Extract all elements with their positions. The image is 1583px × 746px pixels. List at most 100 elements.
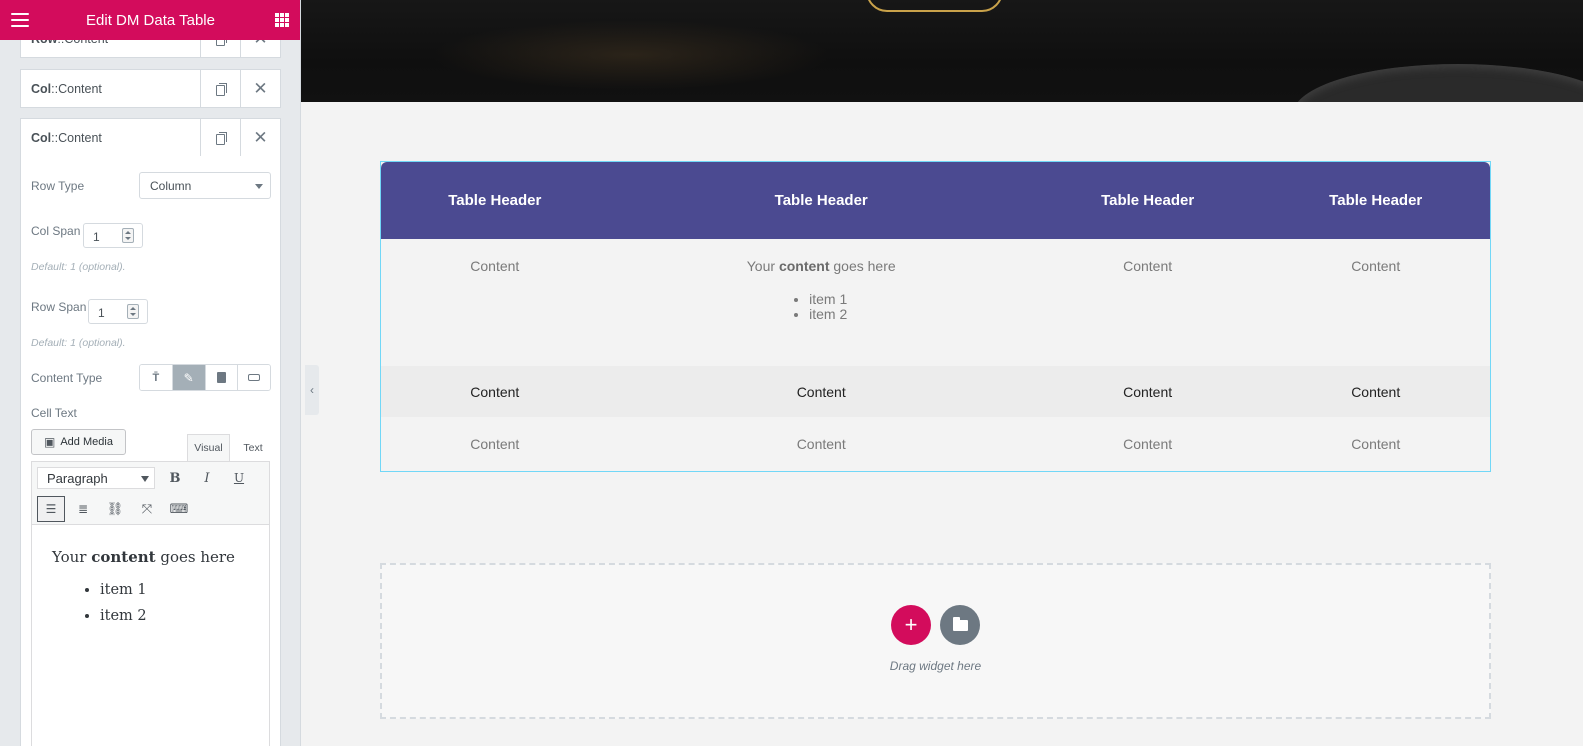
col-span-value: 1 [93,230,100,244]
duplicate-button[interactable] [200,119,240,156]
col-span-input[interactable]: 1 [83,223,143,248]
plus-icon: + [904,612,918,637]
repeater-item-body: Row Type Column Col Span 1 Default: 1 (o… [20,156,281,746]
table-cell: Content [470,258,520,274]
widgets-grid-icon[interactable] [275,13,289,27]
drop-zone-text: Drag widget here [889,659,982,673]
hero-button[interactable] [866,0,1003,12]
table-cell: Content [470,383,520,400]
toolbar-toggle-button[interactable]: ⌨ [165,496,193,522]
add-media-label: Add Media [60,436,113,448]
hero-section [301,0,1583,102]
repeater-item-col[interactable]: Col::Content ✕ [20,69,281,108]
format-value: Paragraph [47,471,108,486]
widget-drop-zone[interactable]: + Drag widget here [380,563,1491,719]
row-span-value: 1 [98,306,105,320]
data-table-widget[interactable]: Table Header Table Header Table Header T… [380,161,1491,472]
numbered-list-button[interactable]: ≣ [69,496,97,522]
list-item: item 1 [100,582,269,598]
bold-icon: B [169,470,181,486]
editor-toolbar: Paragraph B I U ☰ ≣ ⛓ ⤧ ⌨ [31,461,270,525]
fullscreen-button[interactable]: ⤧ [133,496,161,522]
edit-icon: ✎ [183,370,194,385]
close-icon: ✕ [253,128,268,147]
row-type-label: Row Type [31,179,85,193]
spinner-icon[interactable] [122,228,134,243]
link-icon: ⛓ [106,501,124,517]
chevron-down-icon [141,476,149,482]
add-media-button[interactable]: ▣ Add Media [31,429,126,455]
table-header-cell: Table Header [448,192,542,209]
col-span-description: Default: 1 (optional). [31,261,126,273]
fullscreen-icon: ⤧ [141,501,153,517]
remove-button[interactable]: ✕ [240,119,280,156]
table-cell-rich: Your content goes here item 1 item 2 [609,239,1034,366]
chevron-left-icon: ‹ [310,383,314,397]
row-span-input[interactable]: 1 [88,299,148,324]
bullet-list-icon: ☰ [45,502,57,516]
table-header-cell: Table Header [1101,192,1195,209]
menu-icon[interactable] [11,13,29,27]
col-span-label: Col Span [31,224,81,238]
rich-list: item 1 item 2 [795,292,847,322]
folder-icon [952,616,968,631]
table-cell: Content [1123,383,1173,400]
preview-canvas: ‹ Table Header Table Header Table Header… [301,0,1583,746]
panel-title: Edit DM Data Table [86,11,215,29]
table-cell: Content [796,383,846,400]
chevron-down-icon [255,184,263,189]
heading-icon: T̄ [152,371,160,384]
content-type-editor[interactable]: ✎ [172,365,206,390]
content-type-heading[interactable]: T̄ [140,365,173,390]
editor-panel: Edit DM Data Table Row::Content ✕ Col::C… [0,0,301,746]
rich-content: Your content goes here item 1 item 2 [747,258,896,322]
panel-header: Edit DM Data Table [0,0,300,40]
table-cell: Content [1351,258,1401,274]
table-row: Content Your content goes here item 1 it… [381,239,1490,366]
content-type-file[interactable] [205,365,239,390]
table-header-cell: Table Header [1329,192,1423,209]
underline-icon: U [233,471,245,485]
tab-text[interactable]: Text [238,434,268,461]
row-type-value: Column [150,179,192,193]
file-icon [216,372,226,383]
content-type-choices: T̄ ✎ [139,364,271,391]
remove-button[interactable]: ✕ [240,70,280,107]
link-button[interactable]: ⛓ [101,496,129,522]
numbered-list-icon: ≣ [77,502,89,516]
table-cell: Content [1123,436,1173,452]
row-type-select[interactable]: Column [139,172,271,199]
hero-image-plate [1293,64,1583,102]
collapse-panel-button[interactable]: ‹ [305,365,319,415]
repeater-item-label: Col::Content [31,81,102,96]
cell-text-label: Cell Text [31,406,77,420]
format-select[interactable]: Paragraph [37,467,155,489]
table-cell: Content [796,436,846,452]
duplicate-icon [215,83,227,96]
add-template-button[interactable] [940,605,980,645]
list-item: item 1 [809,292,847,307]
underline-button[interactable]: U [225,465,253,491]
rich-paragraph: Your content goes here [746,258,896,274]
keyboard-icon: ⌨ [169,501,189,517]
italic-icon: I [204,470,210,486]
row-span-label: Row Span [31,300,87,314]
repeater-item-col-open[interactable]: Col::Content ✕ [20,118,281,157]
close-icon: ✕ [253,79,268,98]
spinner-icon[interactable] [127,304,139,319]
content-type-template[interactable] [238,365,270,390]
repeater-item-label: Col::Content [31,130,102,145]
add-section-button[interactable]: + [891,605,931,645]
table-cell: Content [1123,258,1173,274]
bold-button[interactable]: B [161,465,189,491]
table-cell: Content [1351,436,1401,452]
tab-visual[interactable]: Visual [187,434,230,461]
cell-text-editor[interactable]: Your content goes here item 1 item 2 [31,525,270,746]
row-span-description: Default: 1 (optional). [31,337,126,349]
italic-button[interactable]: I [193,465,221,491]
duplicate-button[interactable] [200,70,240,107]
content-type-label: Content Type [31,371,103,385]
duplicate-icon [215,132,227,145]
hero-glow [431,20,831,90]
bullet-list-button[interactable]: ☰ [37,496,65,522]
